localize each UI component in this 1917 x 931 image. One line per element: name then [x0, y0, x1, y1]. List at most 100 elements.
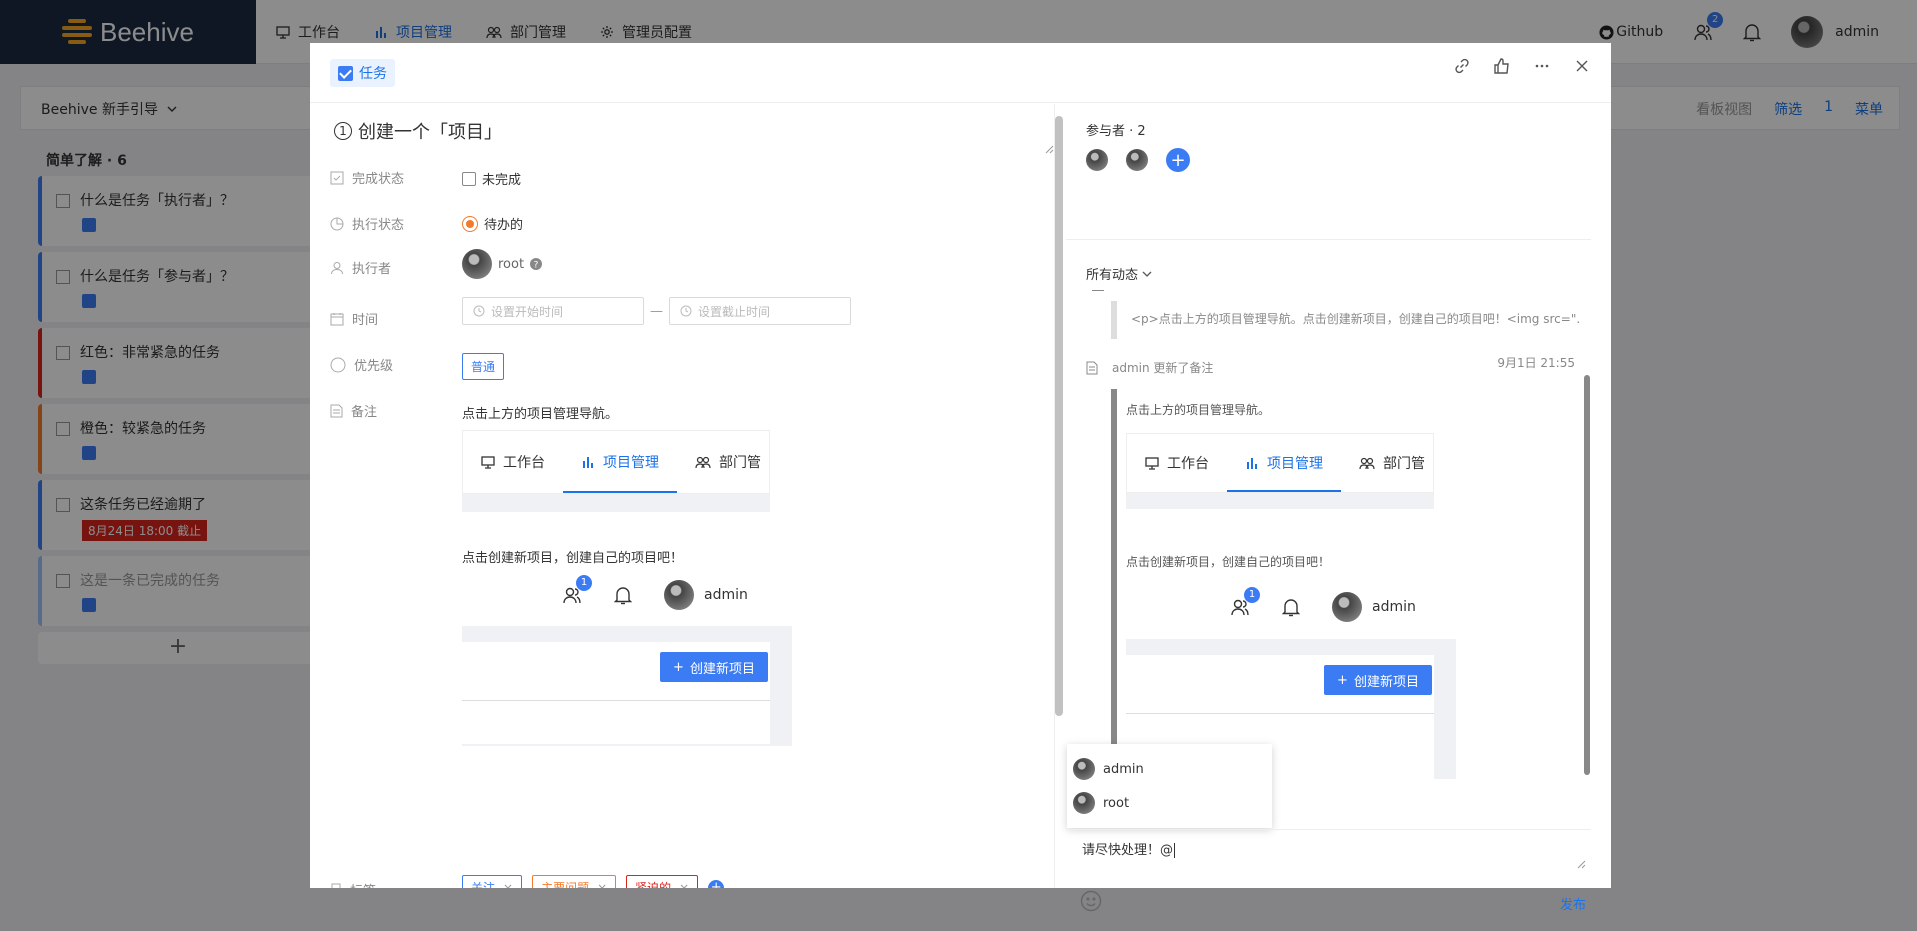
- link-icon: [1455, 58, 1469, 74]
- start-time-input[interactable]: 设置开始时间: [462, 297, 644, 325]
- plus-icon: +: [1337, 672, 1348, 688]
- embed-avatar: [664, 580, 694, 610]
- exec-status-select[interactable]: 待办的: [462, 214, 523, 233]
- embed-create-label: 创建新项目: [1353, 674, 1419, 690]
- participants-title: 参与者 · 2: [1086, 124, 1146, 139]
- mention-option-admin[interactable]: admin: [1067, 752, 1272, 786]
- note-field-label: 备注: [330, 401, 377, 420]
- tags-label: 标签: [350, 880, 376, 888]
- time-label: 时间: [352, 313, 379, 328]
- tag-label: 关注: [471, 881, 496, 888]
- more-button[interactable]: [1533, 57, 1551, 75]
- remove-tag-icon[interactable]: ×: [503, 881, 513, 889]
- publish-button[interactable]: 发布: [1560, 894, 1586, 913]
- embed-avatar: [1332, 592, 1362, 622]
- todo-radio-icon: [462, 215, 478, 232]
- end-time-input[interactable]: 设置截止时间: [669, 297, 851, 325]
- embed-nav-label: 工作台: [1167, 456, 1209, 472]
- participant-list: +: [1086, 148, 1190, 172]
- participant-avatar[interactable]: [1086, 149, 1108, 171]
- detail-scrollbar[interactable]: [1055, 116, 1063, 716]
- assignee-select[interactable]: root ?: [462, 249, 543, 279]
- mention-option-root[interactable]: root: [1067, 786, 1272, 820]
- embed-nav-workbench: 工作台: [1127, 434, 1227, 492]
- end-time-placeholder: 设置截止时间: [698, 304, 771, 319]
- entry-line-2: 点击创建新项目，创建自己的项目吧！: [1126, 555, 1331, 569]
- embed-nav-departments: 部门管: [1341, 434, 1433, 492]
- embed-nav-projects: 项目管理: [563, 431, 677, 493]
- status-field-label: 完成状态: [330, 168, 404, 187]
- embed-gray-area: + 创建新项目: [462, 626, 792, 746]
- embed-divider: [462, 700, 770, 701]
- embed-username: admin: [1372, 599, 1416, 615]
- tag-urgent[interactable]: 紧迫的 ×: [626, 875, 699, 889]
- participant-avatar[interactable]: [1126, 149, 1148, 171]
- dash-line: [1092, 290, 1104, 291]
- embed-create-button: + 创建新项目: [1324, 665, 1432, 695]
- remove-tag-icon[interactable]: ×: [597, 881, 607, 889]
- quote-bar: [1111, 301, 1117, 339]
- mention-name: admin: [1103, 761, 1144, 777]
- remove-tag-icon[interactable]: ×: [679, 881, 689, 889]
- time-separator: —: [650, 303, 663, 319]
- text-cursor: [1174, 843, 1176, 858]
- tag-label: 主要问题: [541, 881, 590, 888]
- embed-create-button: + 创建新项目: [660, 652, 768, 682]
- task-type-tag: 任务: [330, 59, 395, 87]
- add-participant-button[interactable]: +: [1166, 148, 1190, 172]
- like-button[interactable]: [1493, 57, 1511, 75]
- embed-nav-label: 项目管理: [1267, 456, 1323, 472]
- document-icon: [330, 404, 343, 417]
- entry-quote-bar: [1111, 389, 1117, 779]
- embed-nav-label: 项目管理: [603, 455, 659, 471]
- priority-select[interactable]: 普通: [462, 353, 505, 380]
- mention-dropdown: admin root: [1067, 744, 1272, 828]
- desktop-icon: [1145, 457, 1159, 470]
- activity-time: 9月1日 21:55: [1497, 356, 1575, 370]
- exec-field-label: 执行状态: [330, 214, 404, 233]
- embed-nav-label: 部门管: [1383, 456, 1425, 472]
- tag-follow[interactable]: 关注 ×: [462, 875, 523, 889]
- embed-users-badge: 1: [576, 575, 592, 591]
- circle-icon: [330, 357, 346, 372]
- divider: [1066, 239, 1591, 240]
- tag-label: 紧迫的: [635, 881, 672, 888]
- add-tag-button[interactable]: +: [708, 879, 725, 888]
- time-range: 设置开始时间 — 设置截止时间: [462, 297, 851, 325]
- link-button[interactable]: [1453, 57, 1471, 75]
- entry-line-1: 点击上方的项目管理导航。: [1126, 403, 1271, 417]
- task-type-label: 任务: [359, 66, 387, 82]
- completion-value: 未完成: [482, 173, 522, 188]
- assignee-label: 执行者: [352, 262, 392, 277]
- activity-quote: <p>点击上方的项目管理导航。点击创建新项目，创建自己的项目吧！<img src…: [1131, 312, 1581, 326]
- task-title-input[interactable]: 1 创建一个「项目」: [334, 118, 1054, 154]
- thumbs-up-icon: [1494, 58, 1509, 74]
- tag-major-issue[interactable]: 主要问题 ×: [532, 875, 617, 889]
- note-image-header: 1 admin: [562, 575, 792, 613]
- clock-icon: [680, 305, 692, 317]
- embed-nav-workbench: 工作台: [463, 431, 563, 493]
- calendar-icon: [330, 312, 344, 325]
- bookmark-icon: [331, 883, 341, 888]
- tag-list: 关注 × 主要问题 × 紧迫的 × +: [462, 875, 725, 889]
- activity-scrollbar[interactable]: [1584, 375, 1590, 775]
- title-number: 1: [334, 122, 352, 140]
- embed-users-badge: 1: [1244, 587, 1260, 603]
- close-button[interactable]: [1573, 57, 1591, 75]
- comment-input[interactable]: 请尽快处理！@: [1082, 839, 1176, 858]
- checkbox-outline-icon: [330, 171, 344, 184]
- assignee-avatar: [462, 249, 492, 279]
- priority-label: 优先级: [354, 359, 394, 374]
- task-title-text: 创建一个「项目」: [358, 122, 502, 143]
- embed-users-icon-wrap: 1: [1230, 587, 1260, 617]
- completion-checkbox[interactable]: 未完成: [462, 169, 521, 188]
- embed-nav-departments: 部门管: [677, 431, 769, 493]
- activity-note-content: 点击上方的项目管理导航。 工作台 项目管理 部门管 点击创建新项目，创建自己的项…: [1126, 389, 1456, 779]
- note-editor[interactable]: 点击上方的项目管理导航。 工作台 项目管理 部门管 点击创建新项目，创建自己的项…: [462, 394, 1042, 804]
- resize-handle-icon: [1045, 145, 1054, 154]
- emoji-icon[interactable]: [1080, 890, 1102, 912]
- note-line-2: 点击创建新项目，创建自己的项目吧！: [462, 551, 684, 566]
- activity-filter[interactable]: 所有动态: [1086, 264, 1152, 283]
- embed-nav-projects: 项目管理: [1227, 434, 1341, 492]
- embed-divider: [1126, 713, 1434, 714]
